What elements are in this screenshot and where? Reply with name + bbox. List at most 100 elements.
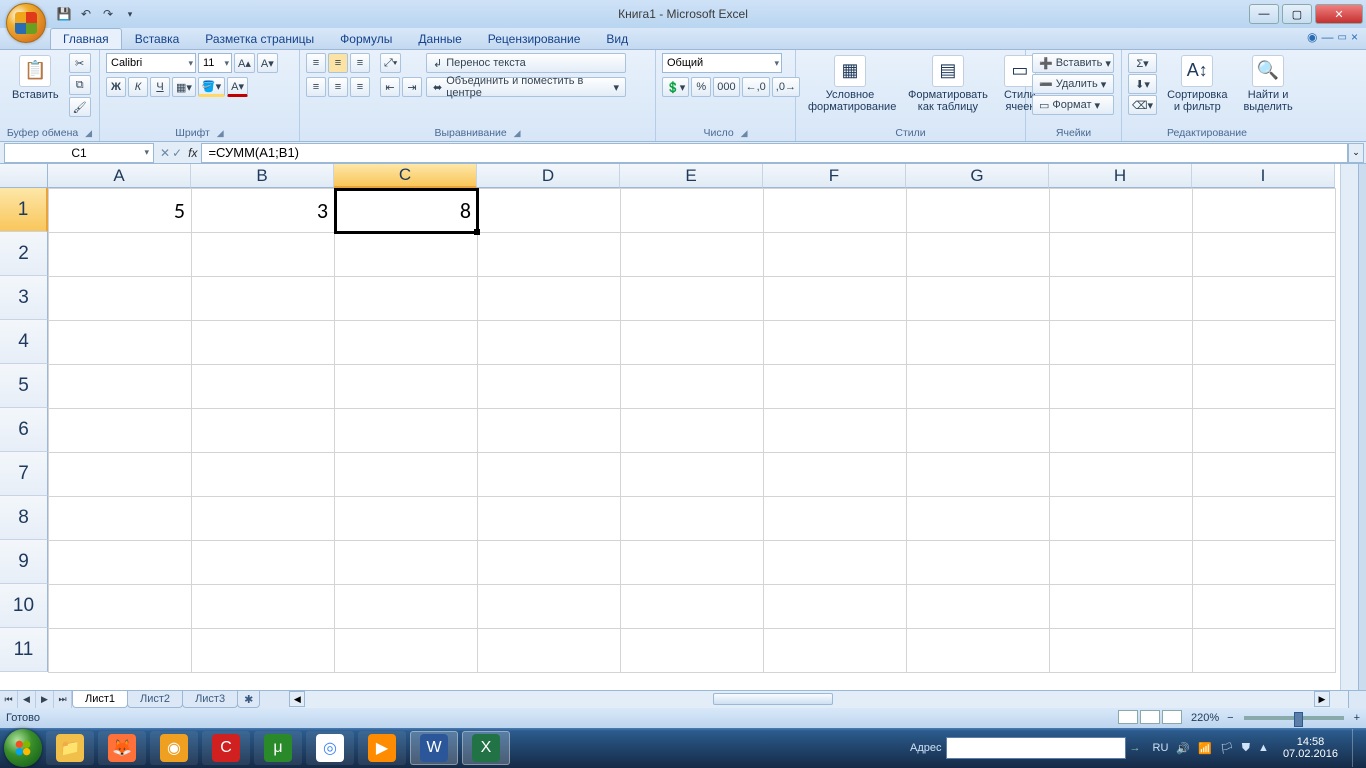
italic-button[interactable]: К: [128, 77, 148, 97]
cell-F1[interactable]: [764, 189, 907, 233]
cell-C4[interactable]: [335, 321, 478, 365]
tray-chevron-icon[interactable]: ▲: [1258, 742, 1269, 754]
cell-E4[interactable]: [621, 321, 764, 365]
cell-D3[interactable]: [478, 277, 621, 321]
cell-B3[interactable]: [192, 277, 335, 321]
cell-G1[interactable]: [907, 189, 1050, 233]
taskbar-chrome[interactable]: ◎: [306, 731, 354, 765]
cell-H2[interactable]: [1050, 233, 1193, 277]
font-launcher-icon[interactable]: ◢: [217, 128, 224, 138]
hscroll-thumb[interactable]: [713, 693, 833, 705]
cell-B5[interactable]: [192, 365, 335, 409]
cell-B10[interactable]: [192, 585, 335, 629]
cell-F9[interactable]: [764, 541, 907, 585]
font-name-combo[interactable]: Calibri: [106, 53, 196, 73]
cell-B1[interactable]: 3: [192, 189, 335, 233]
cell-I7[interactable]: [1193, 453, 1336, 497]
tab-review[interactable]: Рецензирование: [475, 28, 594, 49]
cell-E5[interactable]: [621, 365, 764, 409]
cell-H7[interactable]: [1050, 453, 1193, 497]
insert-cells-button[interactable]: ➕Вставить▾: [1032, 53, 1114, 73]
select-all-corner[interactable]: [0, 164, 48, 188]
zoom-in-icon[interactable]: +: [1354, 712, 1360, 724]
taskbar-explorer[interactable]: 📁: [46, 731, 94, 765]
cell-G11[interactable]: [907, 629, 1050, 673]
cell-D10[interactable]: [478, 585, 621, 629]
tray-flag-icon[interactable]: 🏳: [1220, 742, 1234, 755]
cell-E3[interactable]: [621, 277, 764, 321]
cell-F4[interactable]: [764, 321, 907, 365]
tray-sound-icon[interactable]: 🔊: [1176, 742, 1190, 755]
cell-I6[interactable]: [1193, 409, 1336, 453]
cell-I5[interactable]: [1193, 365, 1336, 409]
increase-decimal-icon[interactable]: ←,0: [742, 77, 770, 97]
col-header-D[interactable]: D: [477, 164, 620, 188]
cell-C7[interactable]: [335, 453, 478, 497]
cell-H11[interactable]: [1050, 629, 1193, 673]
ribbon-restore-button[interactable]: ▭: [1338, 32, 1347, 43]
help-icon[interactable]: ◉: [1307, 30, 1317, 44]
merge-center-button[interactable]: ⬌Объединить и поместить в центре ▾: [426, 77, 626, 97]
view-page-break-icon[interactable]: [1162, 710, 1182, 724]
cell-A5[interactable]: [49, 365, 192, 409]
cancel-formula-icon[interactable]: ✕: [160, 146, 170, 160]
cell-B9[interactable]: [192, 541, 335, 585]
cell-D11[interactable]: [478, 629, 621, 673]
taskbar-firefox[interactable]: 🦊: [98, 731, 146, 765]
row-header-8[interactable]: 8: [0, 496, 48, 540]
cell-C9[interactable]: [335, 541, 478, 585]
find-select-button[interactable]: 🔍Найти и выделить: [1237, 53, 1298, 115]
cell-A10[interactable]: [49, 585, 192, 629]
address-go-icon[interactable]: →: [1130, 742, 1141, 754]
cell-I2[interactable]: [1193, 233, 1336, 277]
col-header-I[interactable]: I: [1192, 164, 1335, 188]
row-header-6[interactable]: 6: [0, 408, 48, 452]
cell-A7[interactable]: [49, 453, 192, 497]
paste-button[interactable]: 📋 Вставить: [6, 53, 65, 103]
cell-A1[interactable]: 5: [49, 189, 192, 233]
cell-C3[interactable]: [335, 277, 478, 321]
cell-I8[interactable]: [1193, 497, 1336, 541]
cell-E6[interactable]: [621, 409, 764, 453]
tray-shield-icon[interactable]: ⛊: [1242, 742, 1250, 755]
col-header-E[interactable]: E: [620, 164, 763, 188]
borders-icon[interactable]: ▦▾: [172, 77, 196, 97]
sheet-tab-2[interactable]: Лист2: [127, 691, 183, 708]
decrease-font-icon[interactable]: A▾: [257, 53, 278, 73]
cell-E9[interactable]: [621, 541, 764, 585]
conditional-formatting-button[interactable]: ▦Условное форматирование: [802, 53, 898, 115]
delete-cells-button[interactable]: ➖Удалить▾: [1032, 74, 1114, 94]
cell-A11[interactable]: [49, 629, 192, 673]
cell-D4[interactable]: [478, 321, 621, 365]
cell-A9[interactable]: [49, 541, 192, 585]
cell-C2[interactable]: [335, 233, 478, 277]
cell-A3[interactable]: [49, 277, 192, 321]
qat-redo-icon[interactable]: ↷: [99, 5, 117, 23]
taskbar-wmp[interactable]: ▶: [358, 731, 406, 765]
taskbar-utorrent[interactable]: μ: [254, 731, 302, 765]
office-button[interactable]: [6, 3, 46, 43]
hscroll-left-icon[interactable]: ◀: [289, 691, 305, 707]
cell-grid[interactable]: 538: [48, 188, 1336, 673]
cell-C11[interactable]: [335, 629, 478, 673]
row-header-3[interactable]: 3: [0, 276, 48, 320]
row-header-11[interactable]: 11: [0, 628, 48, 672]
cell-D7[interactable]: [478, 453, 621, 497]
row-header-5[interactable]: 5: [0, 364, 48, 408]
cell-I1[interactable]: [1193, 189, 1336, 233]
cell-B11[interactable]: [192, 629, 335, 673]
cell-E1[interactable]: [621, 189, 764, 233]
tab-home[interactable]: Главная: [50, 28, 122, 49]
cell-D2[interactable]: [478, 233, 621, 277]
zoom-level[interactable]: 220%: [1191, 712, 1219, 724]
increase-indent-icon[interactable]: ⇥: [402, 77, 422, 97]
cell-H4[interactable]: [1050, 321, 1193, 365]
row-header-2[interactable]: 2: [0, 232, 48, 276]
cell-G4[interactable]: [907, 321, 1050, 365]
cell-I3[interactable]: [1193, 277, 1336, 321]
number-launcher-icon[interactable]: ◢: [741, 128, 748, 138]
cell-A8[interactable]: [49, 497, 192, 541]
taskbar-clock[interactable]: 14:58 07.02.2016: [1283, 736, 1338, 760]
col-header-G[interactable]: G: [906, 164, 1049, 188]
align-top-icon[interactable]: ≡: [306, 53, 326, 73]
